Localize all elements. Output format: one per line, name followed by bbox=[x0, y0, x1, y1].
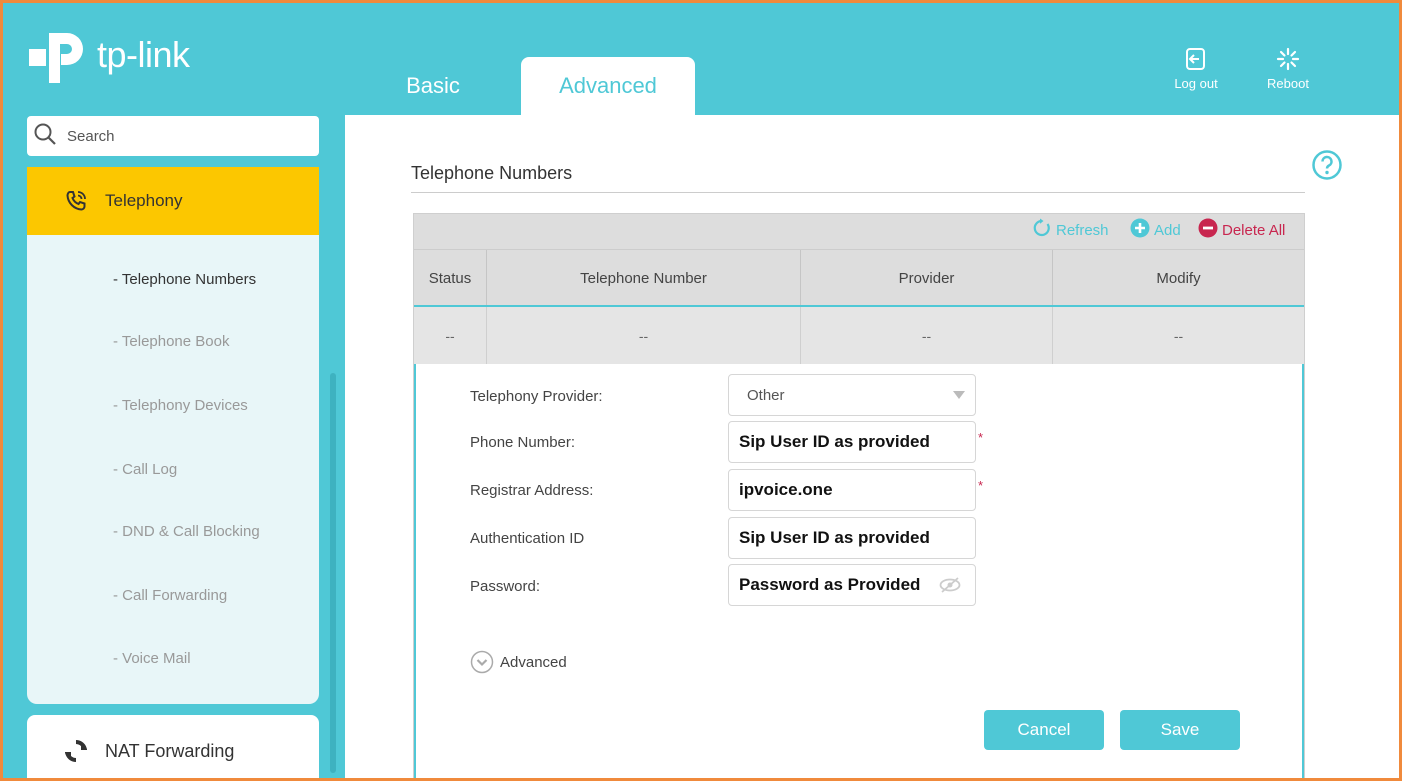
column-modify: Modify bbox=[1156, 269, 1201, 287]
sidebar-item-call-log[interactable]: - Call Log bbox=[113, 461, 177, 478]
sidebar-item-telephony-label: Telephony bbox=[105, 191, 183, 210]
eye-hidden-icon[interactable] bbox=[939, 577, 961, 593]
phone-number-field bbox=[728, 421, 976, 463]
provider-selected-value: Other bbox=[747, 386, 785, 404]
phone-number-label: Phone Number: bbox=[470, 434, 576, 451]
nat-forwarding-icon bbox=[65, 740, 87, 762]
authentication-id-input[interactable] bbox=[739, 528, 949, 548]
help-icon bbox=[1311, 150, 1343, 185]
registrar-address-field bbox=[728, 469, 976, 511]
page-title: Telephone Numbers bbox=[411, 163, 573, 183]
provider-label: Telephony Provider: bbox=[470, 388, 603, 405]
help-button[interactable] bbox=[1311, 149, 1343, 186]
table-header: Status Telephone Number Provider Modify bbox=[414, 249, 1304, 306]
app-window: tp-link Basic Advanced Log out Reboot Se… bbox=[0, 0, 1402, 781]
table-toolbar: Refresh Add Delete All bbox=[414, 214, 1304, 249]
cell-telephone-number: -- bbox=[487, 307, 801, 364]
tab-basic[interactable]: Basic bbox=[403, 57, 463, 115]
password-label: Password: bbox=[470, 578, 541, 595]
reboot-label: Reboot bbox=[1267, 76, 1309, 91]
search-icon bbox=[33, 122, 57, 151]
sidebar-search bbox=[27, 116, 319, 156]
registrar-required-mark: * bbox=[978, 478, 984, 493]
tab-advanced[interactable]: Advanced bbox=[521, 57, 695, 115]
delete-all-button[interactable]: Delete All bbox=[1198, 218, 1285, 242]
logout-button[interactable]: Log out bbox=[1161, 47, 1231, 91]
save-button[interactable]: Save bbox=[1120, 710, 1240, 750]
cell-provider: -- bbox=[801, 307, 1053, 364]
cell-status: -- bbox=[414, 307, 487, 364]
delete-icon bbox=[1198, 218, 1218, 242]
tp-link-logo: tp-link bbox=[27, 27, 190, 87]
sidebar-item-telephony[interactable]: Telephony bbox=[27, 167, 319, 235]
cell-modify: -- bbox=[1173, 327, 1184, 344]
logout-icon bbox=[1185, 48, 1207, 74]
sidebar-item-telephony-devices[interactable]: - Telephony Devices bbox=[113, 397, 248, 414]
advanced-toggle-label: Advanced bbox=[500, 653, 567, 671]
authentication-id-label: Authentication ID bbox=[470, 530, 585, 547]
password-field bbox=[728, 564, 976, 606]
add-icon bbox=[1130, 218, 1150, 242]
advanced-settings-toggle[interactable]: Advanced bbox=[470, 650, 567, 674]
phone-icon bbox=[65, 190, 87, 212]
dropdown-arrow-icon bbox=[953, 390, 965, 400]
sidebar-item-call-forwarding[interactable]: - Call Forwarding bbox=[113, 587, 227, 604]
sidebar-item-nat-forwarding[interactable]: NAT Forwarding bbox=[27, 715, 319, 778]
sidebar-item-voice-mail[interactable]: - Voice Mail bbox=[113, 650, 191, 667]
cancel-button[interactable]: Cancel bbox=[984, 710, 1104, 750]
sidebar-scrollbar[interactable] bbox=[330, 373, 336, 773]
authentication-id-field bbox=[728, 517, 976, 559]
telephone-numbers-table: Refresh Add Delete All Status Telephone … bbox=[413, 213, 1305, 778]
phone-required-mark: * bbox=[978, 430, 984, 445]
tp-link-logo-mark bbox=[27, 27, 93, 87]
table-row[interactable]: -- -- -- -- bbox=[414, 305, 1304, 364]
column-status: Status bbox=[414, 250, 487, 306]
sidebar-item-nat-forwarding-label: NAT Forwarding bbox=[105, 740, 235, 761]
phone-number-input[interactable] bbox=[739, 432, 949, 452]
column-provider: Provider bbox=[801, 250, 1053, 306]
brand-name: tp-link bbox=[97, 34, 190, 75]
title-divider bbox=[411, 192, 1305, 193]
chevron-down-circle-icon bbox=[470, 650, 494, 674]
refresh-label: Refresh bbox=[1056, 221, 1109, 239]
sidebar-item-telephone-book[interactable]: - Telephone Book bbox=[113, 333, 229, 350]
refresh-icon bbox=[1032, 218, 1052, 242]
delete-all-label: Delete All bbox=[1222, 221, 1286, 239]
main-content: Telephone Numbers Refresh Add Delete All… bbox=[345, 115, 1399, 778]
add-label: Add bbox=[1154, 221, 1181, 239]
registrar-address-input[interactable] bbox=[739, 480, 949, 500]
refresh-button[interactable]: Refresh bbox=[1032, 218, 1109, 242]
sidebar-telephony-panel: Telephony - Telephone Numbers - Telephon… bbox=[27, 167, 319, 704]
sidebar-item-dnd-call-blocking[interactable]: - DND & Call Blocking bbox=[113, 523, 260, 540]
reboot-button[interactable]: Reboot bbox=[1253, 47, 1323, 91]
edit-number-form: Telephony Provider: Other Phone Number: … bbox=[414, 364, 1304, 778]
provider-select[interactable]: Other bbox=[728, 374, 976, 416]
search-input[interactable] bbox=[65, 126, 299, 146]
add-button[interactable]: Add bbox=[1130, 218, 1181, 242]
logout-label: Log out bbox=[1174, 76, 1218, 91]
column-telephone-number: Telephone Number bbox=[487, 250, 801, 306]
password-input[interactable] bbox=[739, 575, 937, 595]
sidebar-item-telephone-numbers[interactable]: - Telephone Numbers bbox=[113, 271, 256, 288]
registrar-address-label: Registrar Address: bbox=[470, 482, 594, 499]
reboot-icon bbox=[1276, 47, 1300, 74]
